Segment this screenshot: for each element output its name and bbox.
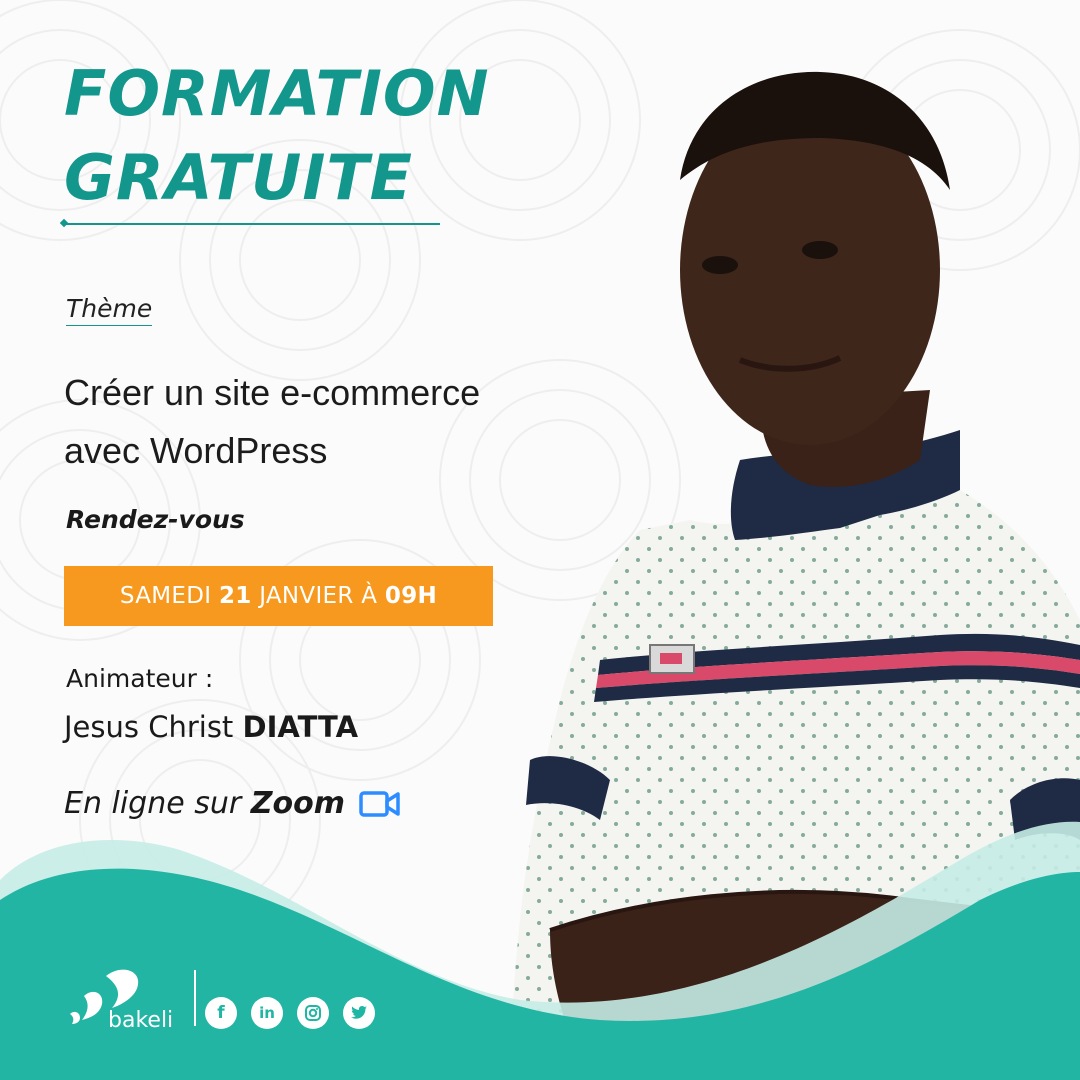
instagram-icon[interactable]	[297, 997, 329, 1029]
twitter-icon[interactable]	[343, 997, 375, 1029]
brand-divider	[194, 970, 196, 1026]
social-links: f in	[205, 997, 375, 1029]
headline: FORMATION GRATUITE	[64, 52, 490, 220]
theme-label: Thème	[66, 294, 153, 326]
headline-underline	[64, 223, 440, 225]
theme-title: Créer un site e-commerce avec WordPress	[64, 364, 644, 480]
online-prefix: En ligne sur	[64, 786, 251, 821]
headline-line-1: FORMATION	[64, 57, 490, 130]
host-last-name: DIATTA	[242, 710, 359, 744]
date-day: SAMEDI	[119, 583, 219, 609]
host-first-names: Jesus Christ	[64, 710, 243, 744]
rendezvous-label: Rendez-vous	[66, 505, 245, 534]
date-time: 09H	[384, 583, 438, 609]
linkedin-icon[interactable]: in	[251, 997, 283, 1029]
host-name: Jesus Christ DIATTA	[64, 710, 358, 744]
date-month: JANVIER À	[251, 583, 385, 609]
host-label: Animateur :	[66, 664, 214, 693]
date-number: 21	[218, 583, 252, 609]
online-info: En ligne sur Zoom	[64, 786, 401, 821]
facebook-icon[interactable]: f	[205, 997, 237, 1029]
theme-line-1: Créer un site e-commerce	[64, 372, 481, 413]
online-platform: Zoom	[250, 786, 345, 821]
headline-line-2: GRATUITE	[64, 141, 414, 214]
date-badge: SAMEDI 21 JANVIER À 09H	[64, 566, 493, 626]
brand-name: bakeli	[108, 1008, 174, 1033]
video-camera-icon	[359, 789, 401, 819]
poster: FORMATION GRATUITE Thème Créer un site e…	[0, 0, 1080, 1080]
theme-line-2: avec WordPress	[64, 430, 328, 471]
